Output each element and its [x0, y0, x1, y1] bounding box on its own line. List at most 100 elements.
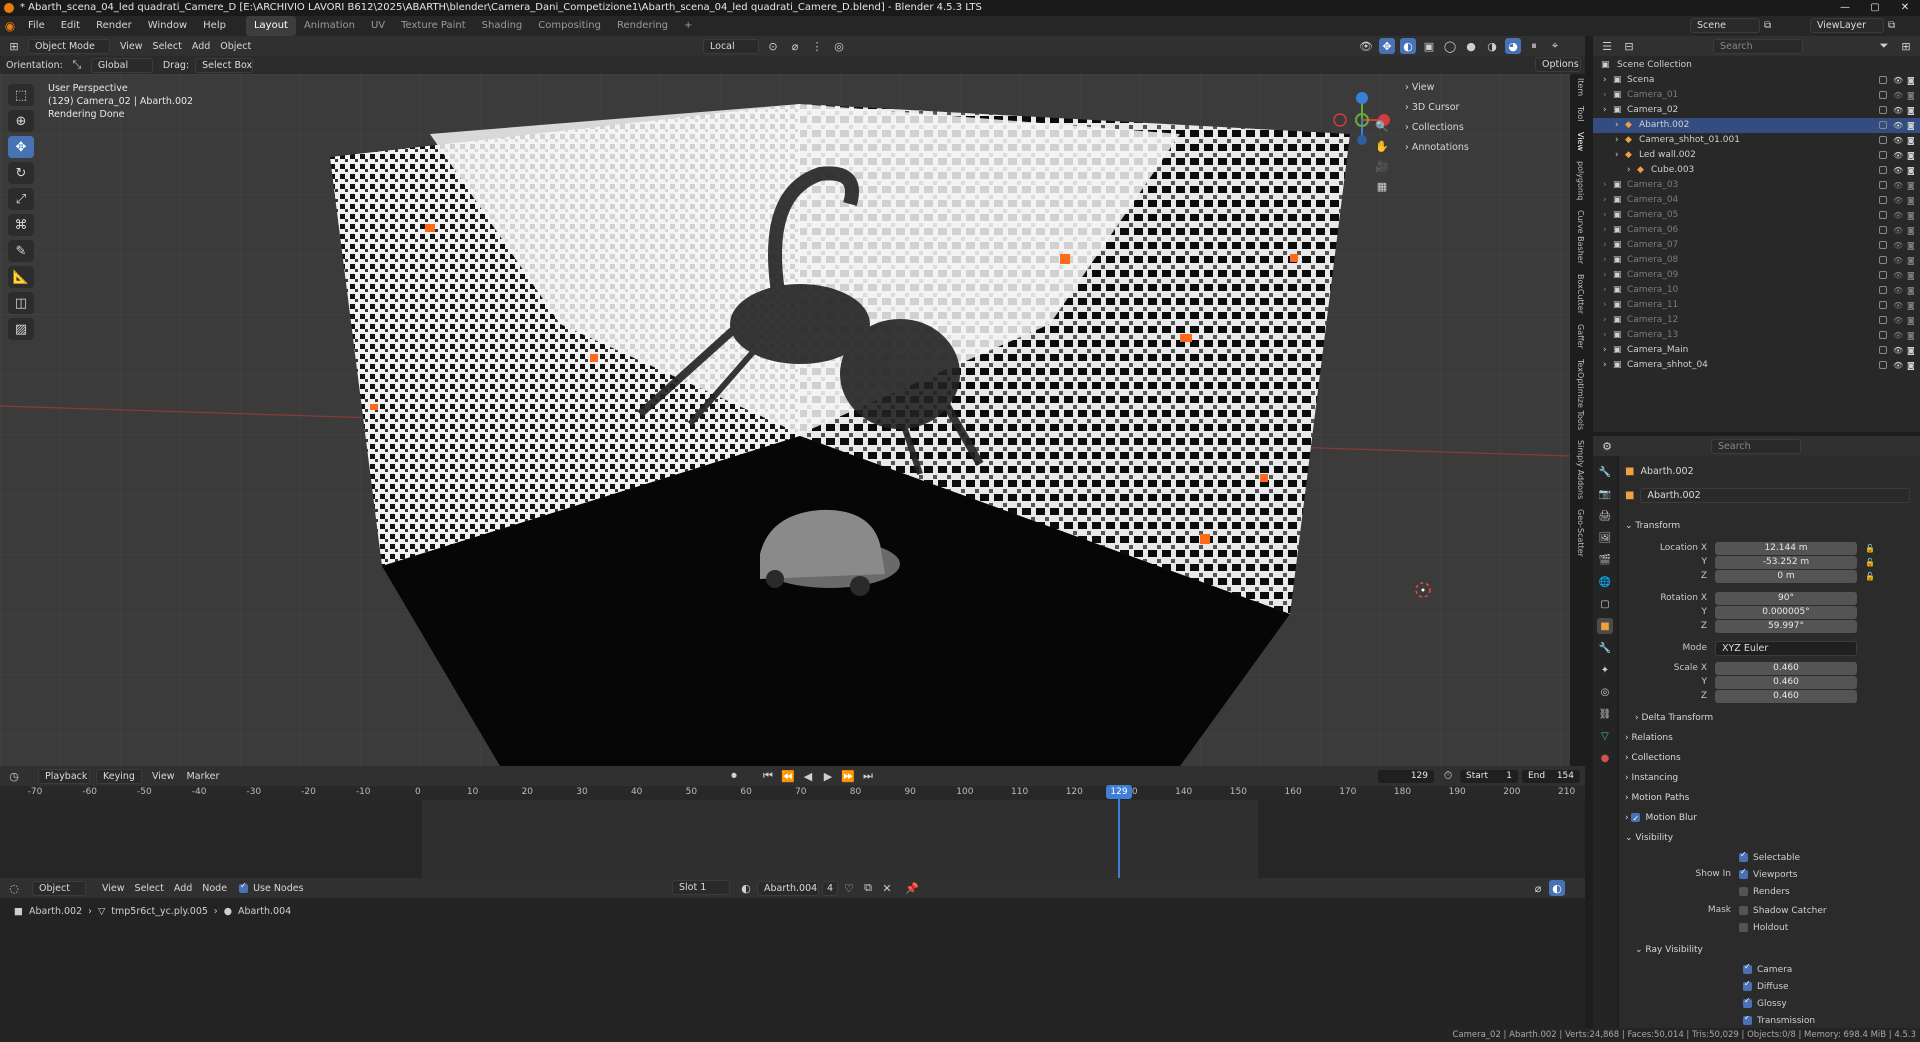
move-tool-icon[interactable]: ✥: [8, 136, 34, 158]
filter-icon[interactable]: ⏷: [1876, 38, 1892, 54]
location-z-field[interactable]: 0 m: [1715, 570, 1857, 583]
material-shading-icon[interactable]: ◑: [1484, 38, 1500, 54]
pin-icon[interactable]: 📌: [904, 880, 920, 896]
shader-overlay-icon[interactable]: ◐: [1549, 880, 1565, 896]
new-scene-icon[interactable]: ⧉: [1764, 20, 1771, 31]
sidebar-section-collections[interactable]: › Collections: [1405, 118, 1575, 138]
display-mode-icon[interactable]: ⊟: [1621, 38, 1637, 54]
minimize-icon[interactable]: —: [1830, 0, 1860, 16]
cursor-tool-icon[interactable]: ⊕: [8, 110, 34, 132]
scale-tool-icon[interactable]: ⤢: [8, 188, 34, 210]
particles-props-icon[interactable]: ✦: [1597, 662, 1613, 678]
rotate-tool-icon[interactable]: ↻: [8, 162, 34, 184]
output-props-icon[interactable]: 🖨: [1597, 508, 1613, 524]
use-nodes-checkbox[interactable]: [239, 881, 249, 893]
duplicate-material-icon[interactable]: ⧉: [860, 880, 876, 896]
zoom-icon[interactable]: 🔍: [1374, 118, 1390, 134]
material-slot-dropdown[interactable]: Slot 1: [672, 880, 730, 895]
eye-icon[interactable]: 👁: [1893, 193, 1903, 208]
shader-add-menu[interactable]: Add: [174, 883, 192, 894]
properties-editor-icon[interactable]: ⚙: [1599, 438, 1615, 454]
outliner-row[interactable]: › ▣ Camera_Main 👁 ◙: [1593, 343, 1920, 358]
viewports-row[interactable]: Viewports: [1739, 867, 1798, 880]
tab-animation[interactable]: Animation: [296, 16, 363, 36]
outliner-row[interactable]: › ▣ Camera_07 👁 ◙: [1593, 238, 1920, 253]
expand-arrow-icon[interactable]: ›: [1603, 268, 1607, 283]
outliner-row[interactable]: › ▣ Camera_12 👁 ◙: [1593, 313, 1920, 328]
record-icon[interactable]: ⏺: [726, 768, 742, 784]
scene-selector[interactable]: Scene: [1690, 18, 1760, 33]
tab-shading[interactable]: Shading: [474, 16, 531, 36]
menu-add[interactable]: Add: [192, 41, 210, 52]
expand-arrow-icon[interactable]: ›: [1603, 223, 1607, 238]
exclude-checkbox[interactable]: [1879, 196, 1887, 204]
material-browse-icon[interactable]: ◐: [738, 880, 754, 896]
breadcrumb-mesh[interactable]: tmp5r6ct_yc.ply.005: [111, 906, 208, 917]
menu-help[interactable]: Help: [195, 16, 234, 36]
expand-arrow-icon[interactable]: ›: [1627, 163, 1631, 178]
timeline-track[interactable]: [0, 800, 1585, 878]
close-icon[interactable]: ✕: [1890, 0, 1920, 16]
rotation-y-field[interactable]: 0.000005°: [1715, 606, 1857, 619]
constraints-props-icon[interactable]: ⛓: [1597, 706, 1613, 722]
scene-collection-row[interactable]: ▣ Scene Collection: [1593, 58, 1920, 73]
render-camera-icon[interactable]: ◙: [1907, 163, 1915, 178]
render-camera-icon[interactable]: ◙: [1907, 328, 1915, 343]
tool-props-icon[interactable]: 🔧: [1597, 464, 1613, 480]
preview-range-icon[interactable]: ⏱: [1440, 768, 1456, 784]
motion-blur-section[interactable]: › Motion Blur: [1625, 810, 1913, 827]
exclude-checkbox[interactable]: [1879, 121, 1887, 129]
exclude-checkbox[interactable]: [1879, 301, 1887, 309]
exclude-checkbox[interactable]: [1879, 286, 1887, 294]
render-camera-icon[interactable]: ◙: [1907, 178, 1915, 193]
exclude-checkbox[interactable]: [1879, 361, 1887, 369]
outliner-row[interactable]: › ▣ Camera_11 👁 ◙: [1593, 298, 1920, 313]
ray-glossy-row[interactable]: Glossy: [1743, 996, 1787, 1009]
outliner-row[interactable]: › ▣ Camera_shhot_04 👁 ◙: [1593, 358, 1920, 373]
ray-glossy-checkbox[interactable]: [1743, 996, 1752, 1008]
playback-menu[interactable]: Playback: [38, 768, 90, 784]
expand-arrow-icon[interactable]: ›: [1603, 253, 1607, 268]
eye-icon[interactable]: 👁: [1893, 328, 1903, 343]
exclude-checkbox[interactable]: [1879, 316, 1887, 324]
add-workspace-button[interactable]: +: [676, 16, 700, 36]
ray-camera-checkbox[interactable]: [1743, 962, 1752, 974]
data-props-icon[interactable]: ▽: [1597, 728, 1613, 744]
start-frame-field[interactable]: Start 1: [1460, 770, 1518, 783]
motion-paths-section[interactable]: › Motion Paths: [1625, 790, 1913, 807]
ray-transmission-row[interactable]: Transmission: [1743, 1016, 1815, 1026]
object-name-field[interactable]: Abarth.002: [1640, 488, 1911, 503]
play-reverse-icon[interactable]: ◀: [800, 768, 816, 784]
sidebar-tab-simply-addons[interactable]: Simply Addons: [1571, 440, 1585, 499]
object-props-icon[interactable]: ■: [1597, 618, 1613, 634]
exclude-checkbox[interactable]: [1879, 331, 1887, 339]
location-y-field[interactable]: -53.252 m: [1715, 556, 1857, 569]
material-name-field[interactable]: Abarth.004: [757, 880, 819, 896]
shader-node-menu[interactable]: Node: [202, 883, 227, 894]
snap-target-icon[interactable]: ⋮: [809, 38, 825, 54]
expand-arrow-icon[interactable]: ›: [1603, 103, 1607, 118]
eye-icon[interactable]: 👁: [1893, 298, 1903, 313]
eye-icon[interactable]: 👁: [1893, 73, 1903, 88]
collections-section[interactable]: › Collections: [1625, 750, 1913, 767]
select-box-icon[interactable]: ⬚: [8, 84, 34, 106]
eye-icon[interactable]: 👁: [1893, 103, 1903, 118]
outliner-row[interactable]: › ◆ Led wall.002 👁 ◙: [1593, 148, 1920, 163]
ray-transmission-checkbox[interactable]: [1743, 1016, 1752, 1025]
eye-icon[interactable]: 👁: [1893, 148, 1903, 163]
eye-icon[interactable]: 👁: [1893, 358, 1903, 373]
render-camera-icon[interactable]: ◙: [1907, 88, 1915, 103]
transform-section-header[interactable]: ⌄ Transform: [1625, 518, 1913, 535]
menu-render[interactable]: Render: [88, 16, 140, 36]
render-camera-icon[interactable]: ◙: [1907, 208, 1915, 223]
sidebar-tab-curve-basher[interactable]: Curve Basher: [1571, 210, 1585, 264]
menu-file[interactable]: File: [20, 16, 53, 36]
playhead-marker[interactable]: 129: [1106, 785, 1132, 799]
menu-view[interactable]: View: [120, 41, 143, 52]
shadow-catcher-row[interactable]: Shadow Catcher: [1739, 906, 1827, 916]
eye-icon[interactable]: 👁: [1893, 133, 1903, 148]
timeline-marker-menu[interactable]: Marker: [187, 771, 220, 782]
outliner-editor-icon[interactable]: ☰: [1599, 38, 1615, 54]
outliner-row[interactable]: › ▣ Camera_01 👁 ◙: [1593, 88, 1920, 103]
editor-type-icon[interactable]: ⊞: [6, 38, 22, 54]
